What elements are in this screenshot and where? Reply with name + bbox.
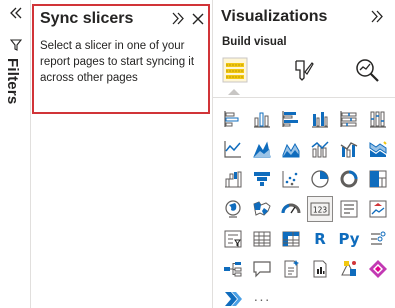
build-visual-label: Build visual (222, 36, 287, 48)
pie-chart-icon (311, 170, 329, 188)
close-icon[interactable] (192, 12, 204, 30)
analytics-tab[interactable] (352, 54, 382, 86)
100-stacked-bar-chart-button[interactable] (336, 106, 362, 132)
stacked-area-chart-icon (282, 142, 300, 158)
slicer-icon (224, 230, 242, 248)
card-button[interactable]: 123 (307, 196, 333, 222)
100-stacked-bar-chart-icon (340, 111, 357, 127)
stacked-area-chart-button[interactable] (278, 136, 304, 162)
paginated-report-button[interactable] (307, 256, 333, 282)
donut-chart-button[interactable] (336, 166, 362, 192)
gauge-icon (281, 203, 301, 214)
line-chart-icon (224, 141, 241, 158)
area-chart-button[interactable] (249, 136, 275, 162)
filter-funnel-icon (9, 38, 23, 56)
build-visual-tab[interactable] (220, 54, 250, 95)
slicer-button[interactable] (220, 226, 246, 252)
python-visual-button[interactable]: Py (336, 226, 362, 252)
table-icon (253, 231, 271, 247)
key-influencers-button[interactable] (365, 226, 391, 252)
multi-row-card-icon (340, 200, 358, 218)
stacked-column-chart-button[interactable] (249, 106, 275, 132)
area-chart-icon (253, 141, 271, 158)
scatter-chart-button[interactable] (278, 166, 304, 192)
tab-divider (213, 97, 395, 98)
sync-slicers-title: Sync slicers (40, 10, 134, 27)
funnel-chart-icon (254, 172, 270, 186)
r-script-visual-button[interactable]: R (307, 226, 333, 252)
stacked-bar-chart-icon (224, 111, 239, 127)
get-more-visuals-button[interactable]: ··· (249, 286, 275, 308)
ribbon-chart-icon (369, 141, 387, 157)
sync-slicers-pane: Sync slicers Select a slicer in one of y… (32, 4, 210, 114)
treemap-icon (369, 170, 387, 188)
filters-pane-label[interactable]: Filters (4, 58, 21, 104)
collapse-pane-icon[interactable] (171, 12, 185, 30)
power-automate-icon (369, 260, 387, 278)
format-paintbrush-icon (295, 60, 314, 81)
table-button[interactable] (249, 226, 275, 252)
filled-map-icon (253, 201, 271, 216)
smart-narrative-icon (284, 260, 299, 278)
waterfall-chart-button[interactable] (220, 166, 246, 192)
pane-divider (212, 0, 213, 308)
key-influencers-icon (371, 231, 386, 245)
matrix-button[interactable] (278, 226, 304, 252)
filled-map-button[interactable] (249, 196, 275, 222)
collapse-visualizations-icon[interactable] (370, 10, 384, 28)
pie-chart-button[interactable] (307, 166, 333, 192)
line-and-stacked-column-chart-button[interactable] (307, 136, 333, 162)
globe-map-icon (225, 200, 241, 218)
line-and-clustered-column-chart-icon (340, 142, 358, 158)
paginated-report-icon (313, 260, 327, 278)
clustered-bar-chart-button[interactable] (278, 106, 304, 132)
visualizations-title: Visualizations (221, 8, 328, 25)
format-visual-tab[interactable] (288, 54, 318, 86)
power-apps-visual-button[interactable] (336, 256, 362, 282)
clustered-bar-chart-icon (282, 111, 298, 127)
python-visual-icon: Py (338, 230, 360, 248)
sync-slicers-description: Select a slicer in one of your report pa… (40, 40, 195, 84)
smart-narrative-button[interactable] (278, 256, 304, 282)
kpi-icon (369, 200, 387, 218)
stacked-bar-chart-button[interactable] (220, 106, 246, 132)
100-stacked-column-chart-icon (370, 111, 386, 128)
stacked-column-chart-icon (254, 112, 270, 128)
speech-bubble-icon (253, 261, 271, 278)
power-apps-icon (341, 261, 356, 276)
funnel-chart-button[interactable] (249, 166, 275, 192)
line-and-stacked-column-chart-icon (311, 141, 329, 158)
decomposition-tree-button[interactable] (220, 256, 246, 282)
clustered-column-chart-button[interactable] (307, 106, 333, 132)
matrix-icon (282, 231, 300, 247)
clustered-column-chart-icon (312, 112, 328, 128)
filters-pane: Filters (0, 0, 31, 308)
line-and-clustered-column-chart-button[interactable] (336, 136, 362, 162)
r-visual-icon: R (314, 230, 326, 248)
arcgis-maps-button[interactable] (220, 286, 246, 308)
build-visual-icon (222, 57, 248, 83)
100-stacked-column-chart-button[interactable] (365, 106, 391, 132)
treemap-button[interactable] (365, 166, 391, 192)
qna-visual-button[interactable] (249, 256, 275, 282)
multi-row-card-button[interactable] (336, 196, 362, 222)
map-button[interactable] (220, 196, 246, 222)
expand-filters-icon[interactable] (9, 6, 23, 24)
line-chart-button[interactable] (220, 136, 246, 162)
card-123-icon: 123 (310, 202, 330, 216)
kpi-button[interactable] (365, 196, 391, 222)
chevron-arrows-icon (225, 292, 242, 306)
power-automate-visual-button[interactable] (365, 256, 391, 282)
analytics-magnifier-icon (356, 59, 379, 82)
waterfall-chart-icon (225, 171, 242, 188)
donut-chart-icon (340, 170, 358, 188)
gauge-button[interactable] (278, 196, 304, 222)
visual-types-grid: 123 R Py ··· (220, 106, 392, 308)
more-options-icon: ··· (253, 291, 271, 307)
decomposition-tree-icon (224, 262, 242, 277)
scatter-chart-icon (282, 171, 299, 188)
ribbon-chart-button[interactable] (365, 136, 391, 162)
svg-text:123: 123 (313, 206, 328, 215)
